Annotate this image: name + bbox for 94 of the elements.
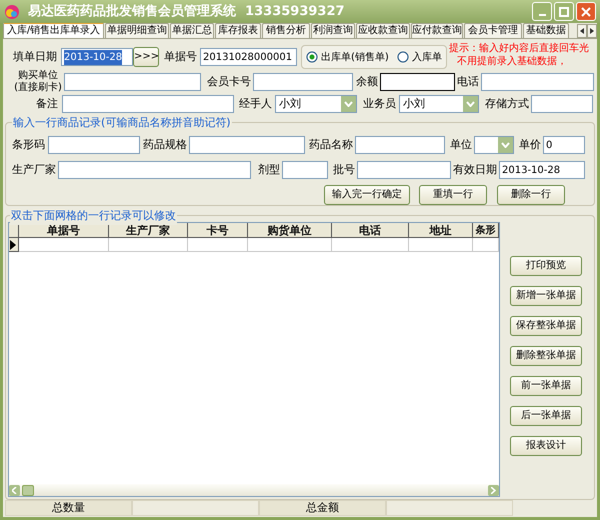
app-icon bbox=[4, 4, 20, 20]
minimize-icon bbox=[538, 14, 546, 16]
input-field[interactable] bbox=[531, 95, 593, 113]
action-button[interactable]: 报表设计 bbox=[510, 436, 582, 456]
radio-label[interactable]: 出库单(销售单) bbox=[321, 50, 389, 64]
table-cell[interactable] bbox=[188, 238, 248, 252]
input-field[interactable] bbox=[58, 161, 251, 179]
scroll-left-icon bbox=[12, 486, 17, 494]
field-label: 药品规格 bbox=[143, 139, 188, 151]
field-label: 经手人 bbox=[239, 98, 273, 110]
tab[interactable]: 基础数据 bbox=[523, 23, 569, 38]
status-label: 总金额 bbox=[259, 500, 386, 516]
field-label: 备注 bbox=[36, 98, 59, 110]
field-label: 单据号 bbox=[164, 51, 198, 63]
dropdown[interactable] bbox=[474, 136, 514, 154]
tab[interactable]: 应付款查询 bbox=[411, 23, 463, 38]
action-button[interactable]: 保存整张单据 bbox=[510, 316, 582, 336]
tab[interactable]: 单据明细查询 bbox=[105, 23, 169, 38]
field-label: 业务员 bbox=[363, 98, 397, 110]
input-field[interactable] bbox=[189, 136, 305, 154]
field-label: 剂型 bbox=[258, 164, 281, 176]
action-button[interactable]: 删除整张单据 bbox=[510, 346, 582, 366]
tab[interactable]: 库存报表 bbox=[215, 23, 261, 38]
tab[interactable]: 单据汇总 bbox=[170, 23, 214, 38]
field-label: 购买单位 (直接刷卡) bbox=[13, 70, 63, 94]
field-label: 单位 bbox=[450, 139, 473, 151]
chevron-down-icon bbox=[344, 101, 353, 107]
tab[interactable]: 利润查询 bbox=[311, 23, 355, 38]
group-title: 双击下面网格的一行记录可以修改 bbox=[10, 208, 177, 224]
input-field[interactable] bbox=[64, 73, 201, 91]
close-icon bbox=[581, 6, 591, 16]
right-arrow-icon bbox=[589, 27, 595, 35]
field-label: 电话 bbox=[457, 76, 480, 88]
field-label: 会员卡号 bbox=[207, 76, 252, 88]
field-label: 有效日期 bbox=[453, 164, 498, 176]
tab[interactable]: 应收款查询 bbox=[356, 23, 410, 38]
table-cell[interactable] bbox=[248, 238, 332, 252]
radio-button[interactable] bbox=[396, 51, 409, 63]
input-field[interactable] bbox=[253, 73, 353, 91]
row-header[interactable] bbox=[9, 238, 19, 252]
button[interactable]: >>> bbox=[133, 47, 159, 67]
input-field[interactable] bbox=[380, 73, 455, 91]
table-cell[interactable] bbox=[409, 238, 474, 252]
scroll-right-icon bbox=[491, 486, 496, 494]
tab[interactable]: 销售分析 bbox=[262, 23, 310, 38]
field-label: 单价 bbox=[519, 139, 542, 151]
action-button[interactable]: 后一张单据 bbox=[510, 406, 582, 426]
tab[interactable]: 入库/销售出库单录入 bbox=[3, 23, 104, 38]
action-button[interactable]: 新增一张单据 bbox=[510, 286, 582, 306]
close-button[interactable] bbox=[576, 2, 596, 21]
chevron-down-icon bbox=[501, 142, 510, 148]
dropdown[interactable]: 小刘 bbox=[399, 95, 479, 113]
tab-scroll-button[interactable] bbox=[577, 24, 587, 38]
input-field[interactable] bbox=[282, 161, 328, 179]
button[interactable]: 删除一行 bbox=[497, 185, 565, 205]
scrollbar-thumb[interactable] bbox=[22, 484, 34, 496]
status-label: 总数量 bbox=[5, 500, 132, 516]
hint-text: 不用提前录入基础数据， bbox=[456, 55, 568, 68]
field-label: 批号 bbox=[333, 164, 356, 176]
window-title: 易达医药药品批发销售会员管理系统 13335939327 bbox=[28, 2, 345, 21]
radio-label[interactable]: 入库单 bbox=[412, 50, 442, 64]
input-field[interactable]: 2013-10-28 bbox=[499, 161, 585, 179]
table-cell[interactable] bbox=[18, 238, 109, 252]
field-label: 填单日期 bbox=[13, 51, 58, 63]
action-button[interactable]: 打印预览 bbox=[510, 256, 582, 276]
input-field[interactable]: 2013-10-28 bbox=[61, 48, 133, 66]
radio-button[interactable] bbox=[306, 51, 318, 63]
input-field[interactable]: 0 bbox=[543, 136, 585, 154]
field-label: 余额 bbox=[356, 76, 379, 88]
tab[interactable]: 会员卡管理 bbox=[464, 23, 522, 38]
left-arrow-icon bbox=[579, 27, 585, 35]
field-label: 条形码 bbox=[12, 139, 46, 151]
table-cell[interactable] bbox=[332, 238, 410, 252]
minimize-button[interactable] bbox=[532, 2, 552, 21]
maximize-icon bbox=[559, 6, 569, 16]
tab-scroll-button[interactable] bbox=[587, 24, 597, 38]
horizontal-scrollbar[interactable] bbox=[9, 484, 499, 496]
table-cell[interactable] bbox=[108, 238, 188, 252]
button[interactable]: 输入完一行确定 bbox=[324, 185, 410, 205]
field-label: 药品名称 bbox=[309, 139, 354, 151]
button[interactable]: 重填一行 bbox=[419, 185, 487, 205]
chevron-down-icon bbox=[466, 101, 475, 107]
input-field[interactable] bbox=[481, 73, 594, 91]
action-button[interactable]: 前一张单据 bbox=[510, 376, 582, 396]
field-label: 生产厂家 bbox=[12, 164, 57, 176]
hint-text: 提示：输入好内容后直接回车光 bbox=[449, 42, 589, 55]
field-label: 存储方式 bbox=[485, 98, 530, 110]
input-field[interactable] bbox=[62, 95, 234, 113]
input-field[interactable] bbox=[48, 136, 140, 154]
input-field[interactable] bbox=[355, 136, 445, 154]
input-field[interactable] bbox=[357, 161, 451, 179]
input-field[interactable]: 20131028000001 bbox=[200, 48, 297, 66]
table-cell[interactable] bbox=[473, 238, 499, 252]
dropdown[interactable]: 小刘 bbox=[275, 95, 357, 113]
